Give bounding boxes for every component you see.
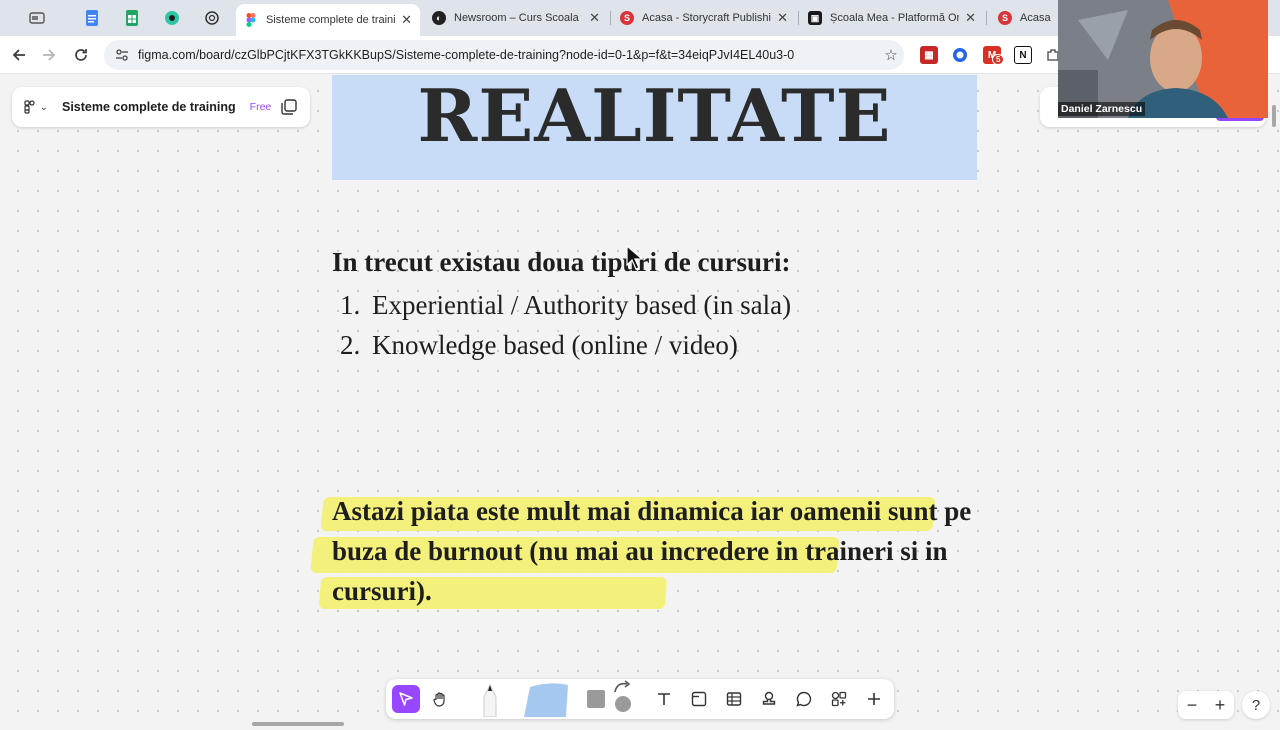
text-tool-icon[interactable] (650, 685, 678, 713)
figjam-canvas[interactable]: REALITATE In trecut existau doua tipuri … (0, 75, 1280, 730)
pages-icon[interactable] (280, 98, 298, 116)
s-icon: S (998, 11, 1012, 25)
reload-icon[interactable] (70, 44, 92, 66)
school-icon: ▣ (808, 11, 822, 25)
close-icon[interactable]: ✕ (965, 10, 976, 26)
tab-scoala-mea[interactable]: ▣ Școala Mea - Platformă Online ✕ (800, 4, 984, 32)
list-item: 2. Knowledge based (online / video) (340, 325, 791, 365)
more-tools-plus-icon[interactable] (860, 685, 888, 713)
close-icon[interactable]: ✕ (589, 10, 600, 26)
address-bar[interactable]: figma.com/board/czGlbPCjtKFX3TGkKKBupS/S… (104, 40, 904, 70)
notification-badge: 5 (992, 54, 1005, 65)
tab-separator (798, 11, 799, 25)
file-name[interactable]: Sisteme complete de training (62, 100, 236, 114)
newsroom-icon: ◐ (432, 11, 446, 25)
horizontal-scrollbar[interactable] (252, 722, 344, 726)
list-text: Experiential / Authority based (in sala) (372, 289, 792, 320)
figma-icon (244, 13, 258, 27)
list-item: 1. Experiential / Authority based (in sa… (340, 285, 791, 325)
back-icon[interactable] (8, 44, 30, 66)
shape-tool-icon[interactable] (582, 685, 610, 713)
tab-title: Sisteme complete de training (266, 14, 396, 26)
close-icon[interactable]: ✕ (777, 10, 788, 26)
google-docs-icon[interactable] (77, 6, 107, 30)
webcam-video: Daniel Zarnescu (1058, 0, 1268, 118)
site-settings-icon[interactable] (114, 47, 130, 63)
tab-newsroom[interactable]: ◐ Newsroom – Curs Scoala ✕ (424, 4, 608, 32)
participant-name: Daniel Zarnescu (1058, 102, 1146, 116)
notion-icon[interactable]: N (1014, 46, 1032, 64)
move-tool-icon[interactable] (392, 685, 420, 713)
marker-tool-icon[interactable] (476, 681, 504, 717)
figjam-menu-icon[interactable]: ⌄ (24, 100, 48, 114)
tab-group-icon[interactable] (22, 6, 52, 30)
url-text[interactable]: figma.com/board/czGlbPCjtKFX3TGkKKBupS/S… (138, 48, 878, 62)
gmail-icon[interactable]: M 5 (983, 46, 1005, 65)
vertical-scrollbar[interactable] (1272, 105, 1276, 127)
list-number: 1. (340, 289, 361, 320)
extension-icon[interactable]: ▦ (920, 46, 938, 64)
comment-tool-icon[interactable] (790, 685, 818, 713)
mouse-cursor-icon (626, 245, 644, 270)
chevron-down-icon: ⌄ (39, 101, 48, 113)
table-tool-icon[interactable] (720, 685, 748, 713)
forward-icon[interactable] (38, 44, 60, 66)
zoom-out-button[interactable]: − (1187, 695, 1198, 716)
connector-tool-icon[interactable] (608, 680, 636, 712)
webcam-feed-image (1058, 0, 1268, 118)
course-types-list[interactable]: 1. Experiential / Authority based (in sa… (340, 285, 791, 365)
hand-tool-icon[interactable] (426, 685, 454, 713)
section-heading[interactable]: In trecut existau doua tipuri de cursuri… (332, 247, 791, 278)
banner-title: REALITATE (417, 75, 892, 158)
tab-separator (986, 11, 987, 25)
tab-separator (610, 11, 611, 25)
zoom-in-button[interactable]: + (1215, 695, 1226, 716)
app-icon[interactable] (157, 6, 187, 30)
tab-title: Acasa - (1020, 12, 1052, 24)
chatgpt-icon[interactable] (197, 6, 227, 30)
creation-toolbar (386, 679, 894, 719)
plan-badge[interactable]: Free (250, 101, 272, 113)
file-panel: ⌄ Sisteme complete de training Free (12, 87, 310, 127)
tab-acasa[interactable]: S Acasa - (990, 4, 1060, 32)
stamp-tool-icon[interactable] (755, 685, 783, 713)
help-button[interactable]: ? (1242, 691, 1270, 719)
tab-title: Acasa - Storycraft Publishing (642, 12, 772, 24)
title-banner[interactable]: REALITATE (332, 75, 977, 180)
highlighted-paragraph[interactable]: Astazi piata este mult mai dinamica iar … (332, 491, 992, 611)
list-number: 2. (340, 329, 361, 360)
s-icon: S (620, 11, 634, 25)
close-icon[interactable]: ✕ (401, 12, 412, 28)
bookmark-star-icon[interactable]: ☆ (878, 46, 904, 64)
zoom-controls: − + (1178, 691, 1234, 719)
google-sheets-icon[interactable] (117, 6, 147, 30)
tab-figma[interactable]: Sisteme complete de training ✕ (236, 4, 420, 36)
extension-circle-icon[interactable] (951, 46, 969, 64)
tab-storycraft[interactable]: S Acasa - Storycraft Publishing ✕ (612, 4, 796, 32)
widgets-tool-icon[interactable] (825, 685, 853, 713)
tab-title: Newsroom – Curs Scoala (454, 12, 579, 24)
tab-title: Școala Mea - Platformă Online (830, 12, 959, 24)
section-tool-icon[interactable] (685, 685, 713, 713)
list-text: Knowledge based (online / video) (372, 329, 738, 360)
sticky-note-tool-icon[interactable] (520, 681, 570, 717)
